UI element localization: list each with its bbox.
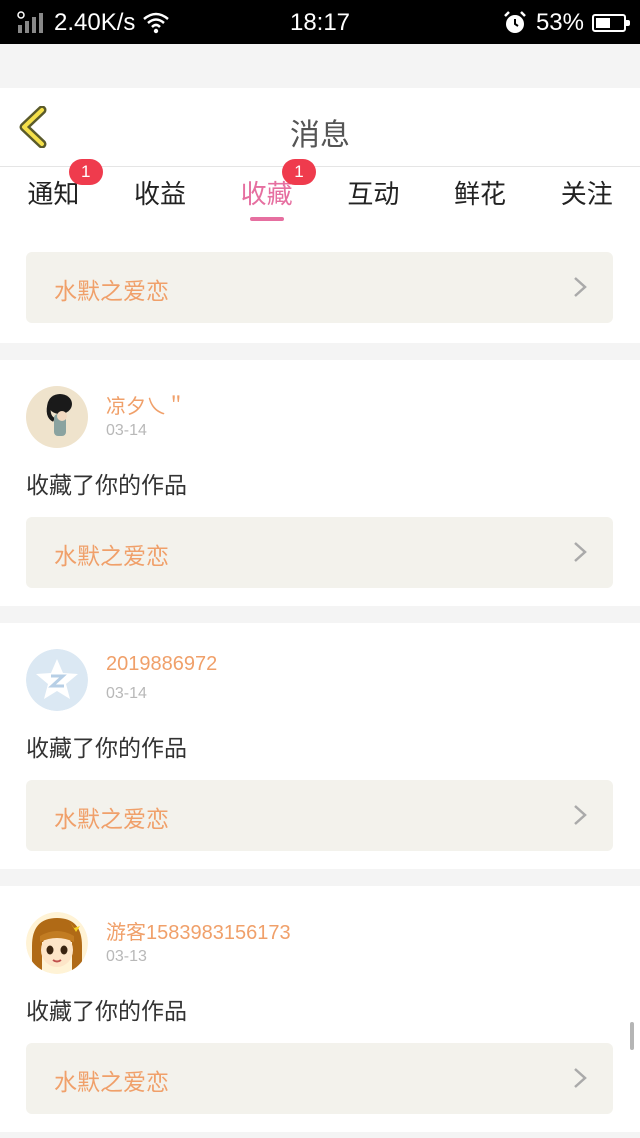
- tab-label: 通知: [27, 180, 80, 210]
- active-tab-indicator: [249, 217, 284, 221]
- list-item: 水默之爱恋: [0, 225, 640, 343]
- username[interactable]: 凉夕乀＂: [106, 390, 186, 419]
- list-item: 凉夕乀＂ 03-14 收藏了你的作品 水默之爱恋: [0, 360, 640, 606]
- work-link[interactable]: 水默之爱恋: [26, 1043, 613, 1114]
- battery-percent: 53%: [535, 9, 584, 36]
- timestamp: 03-13: [106, 948, 147, 965]
- tab-label: 收益: [134, 180, 187, 210]
- work-link[interactable]: 水默之爱恋: [26, 517, 613, 588]
- work-title: 水默之爱恋: [54, 807, 169, 833]
- status-bar: 2.40K/s 18:17 53%: [0, 0, 640, 44]
- unread-badge: 1: [68, 159, 103, 185]
- qq-default-avatar-icon: [26, 649, 88, 711]
- tab-notifications[interactable]: 通知 1: [0, 159, 107, 225]
- avatar[interactable]: [26, 386, 88, 448]
- timestamp: 03-14: [106, 685, 147, 702]
- work-link[interactable]: 水默之爱恋: [26, 780, 613, 851]
- work-title: 水默之爱恋: [54, 1070, 169, 1096]
- list-item: 游客1583983156173 03-13 收藏了你的作品 水默之爱恋: [0, 886, 640, 1132]
- action-text: 收藏了你的作品: [26, 736, 187, 762]
- work-link[interactable]: 水默之爱恋: [26, 252, 613, 323]
- action-text: 收藏了你的作品: [26, 999, 187, 1025]
- unread-badge: 1: [282, 159, 317, 185]
- tab-earnings[interactable]: 收益: [107, 167, 214, 225]
- chevron-right-icon: [574, 1068, 587, 1088]
- avatar[interactable]: [26, 912, 88, 974]
- scrollbar-thumb[interactable]: [630, 1022, 634, 1050]
- chevron-right-icon: [574, 542, 587, 562]
- tab-interactions[interactable]: 互动: [320, 167, 427, 225]
- tab-follows[interactable]: 关注: [533, 167, 640, 225]
- tab-flowers[interactable]: 鲜花: [427, 167, 534, 225]
- username[interactable]: 游客1583983156173: [106, 916, 291, 945]
- action-text: 收藏了你的作品: [26, 473, 187, 499]
- username[interactable]: 2019886972: [106, 653, 217, 676]
- tab-label: 互动: [347, 180, 400, 210]
- nav-bar: 消息: [0, 88, 640, 167]
- message-list[interactable]: 水默之爱恋 凉夕乀＂ 03-14 收藏了你的作品 水默之爱恋 201988697…: [0, 225, 640, 1132]
- battery-icon: [592, 14, 630, 32]
- top-spacer: [0, 44, 640, 88]
- status-right: 53%: [502, 9, 630, 37]
- tab-favorites[interactable]: 收藏 1: [213, 159, 320, 225]
- cartoon-girl-avatar-icon: [26, 912, 88, 974]
- tab-label: 关注: [560, 180, 613, 210]
- alarm-icon: [504, 11, 526, 33]
- work-title: 水默之爱恋: [54, 279, 169, 305]
- girl-photo-avatar-icon: [26, 386, 88, 448]
- tab-bar: 通知 1 收益 收藏 1 互动 鲜花 关注: [0, 159, 640, 225]
- chevron-right-icon: [574, 805, 587, 825]
- work-title: 水默之爱恋: [54, 544, 169, 570]
- chevron-right-icon: [574, 277, 587, 297]
- tab-label: 鲜花: [454, 180, 507, 210]
- tab-label: 收藏: [240, 180, 293, 210]
- list-item: 2019886972 03-14 收藏了你的作品 水默之爱恋: [0, 623, 640, 869]
- timestamp: 03-14: [106, 422, 147, 439]
- avatar[interactable]: [26, 649, 88, 711]
- page-title: 消息: [290, 118, 350, 153]
